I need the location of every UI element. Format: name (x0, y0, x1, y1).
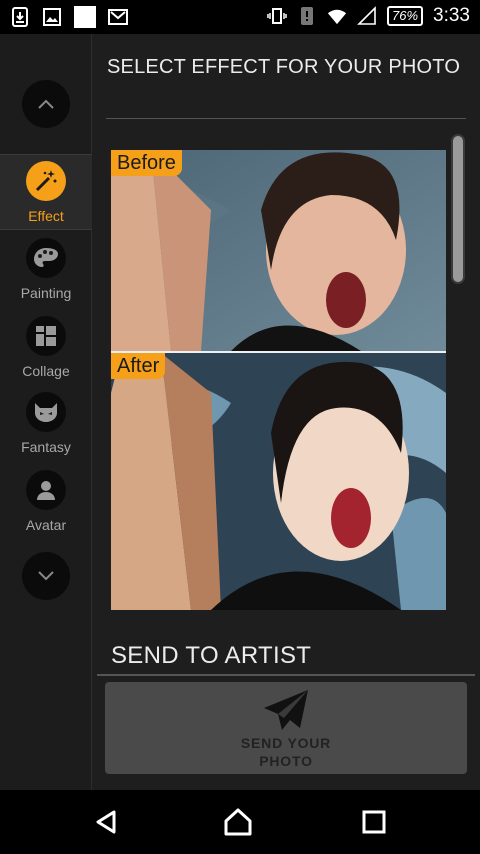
scroll-down-button[interactable] (22, 552, 70, 600)
back-icon (96, 810, 116, 834)
scrollbar[interactable] (451, 134, 465, 284)
app-screen: Effect Painting Collage Fantasy Avatar S… (0, 34, 480, 790)
sidebar-item-label: Avatar (25, 517, 67, 533)
mask-icon (26, 392, 66, 432)
person-icon (26, 470, 66, 510)
back-button[interactable] (90, 806, 122, 838)
mail-icon (108, 9, 128, 25)
after-label: After (111, 353, 166, 379)
image-notification-icon (43, 8, 61, 26)
effects-sidebar: Effect Painting Collage Fantasy Avatar (0, 34, 92, 790)
scrollbar-thumb[interactable] (453, 136, 463, 282)
before-label: Before (111, 150, 182, 176)
download-notification-icon (12, 7, 28, 27)
collage-icon (26, 316, 66, 356)
page-title: SELECT EFFECT FOR YOUR PHOTO (107, 56, 461, 78)
wifi-icon (327, 9, 347, 25)
sidebar-item-avatar[interactable]: Avatar (0, 464, 92, 540)
send-photo-label: SEND YOUR PHOTO (240, 735, 332, 769)
sidebar-item-painting[interactable]: Painting (0, 232, 92, 308)
send-photo-button[interactable]: SEND YOUR PHOTO (105, 682, 467, 774)
send-section-title: SEND TO ARTIST (111, 642, 312, 669)
status-right: 76% 3:33 (267, 5, 470, 27)
magic-wand-icon (26, 161, 66, 201)
system-nav-bar (0, 790, 480, 854)
sidebar-item-label: Collage (22, 363, 70, 379)
chevron-down-icon (38, 571, 54, 581)
home-icon (224, 808, 252, 836)
status-bar: 76% 3:33 (0, 0, 480, 34)
sidebar-item-label: Effect (28, 208, 64, 224)
paper-plane-icon (264, 690, 308, 730)
effect-preview[interactable]: Before After (111, 150, 446, 610)
divider (106, 118, 466, 119)
sidebar-item-fantasy[interactable]: Fantasy (0, 386, 92, 462)
recents-button[interactable] (358, 806, 390, 838)
after-photo: After (111, 353, 446, 610)
main-content: SELECT EFFECT FOR YOUR PHOTO Before Afte… (93, 34, 480, 790)
recents-icon (362, 810, 386, 834)
alert-icon (300, 7, 313, 25)
white-square-icon (74, 6, 96, 28)
signal-icon (357, 6, 376, 25)
sidebar-item-effect[interactable]: Effect (0, 154, 92, 230)
sidebar-item-collage[interactable]: Collage (0, 310, 92, 386)
before-photo: Before (111, 150, 446, 351)
sidebar-item-label: Painting (20, 285, 72, 301)
chevron-up-icon (38, 99, 54, 109)
divider (97, 674, 475, 676)
status-left (10, 6, 128, 28)
scroll-up-button[interactable] (22, 80, 70, 128)
home-button[interactable] (222, 806, 254, 838)
battery-indicator: 76% (386, 6, 424, 26)
vibrate-icon (267, 8, 287, 24)
clock: 3:33 (433, 5, 470, 26)
sidebar-item-label: Fantasy (21, 439, 71, 455)
palette-icon (26, 238, 66, 278)
